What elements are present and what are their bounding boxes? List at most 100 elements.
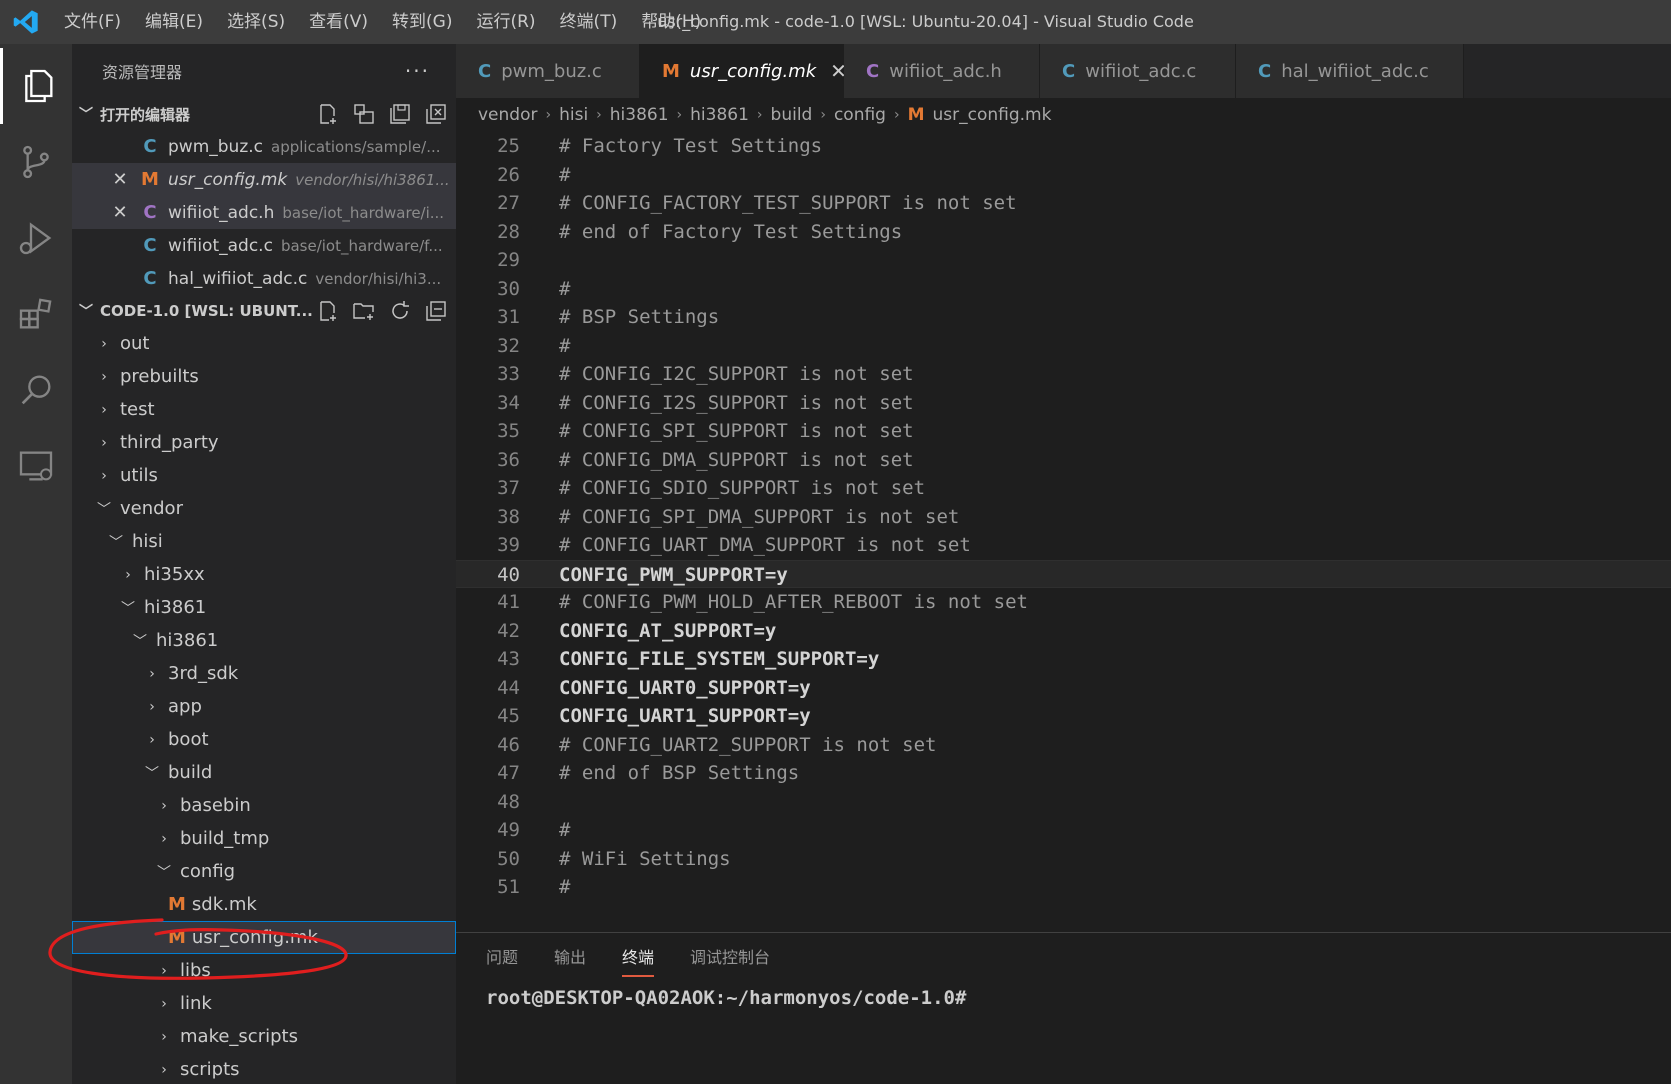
tab-output[interactable]: 输出 xyxy=(554,933,586,983)
menu-go[interactable]: 转到(G) xyxy=(380,0,464,44)
menu-file[interactable]: 文件(F) xyxy=(52,0,133,44)
breadcrumb-item[interactable]: hi3861 xyxy=(610,105,669,125)
tab-wifiiot-adc-h[interactable]: C wifiiot_adc.h xyxy=(844,44,1040,98)
open-editor-item[interactable]: C wifiiot_adc.c base/iot_hardware/f... xyxy=(72,229,456,262)
tree-folder-link[interactable]: › link xyxy=(72,987,456,1020)
tree-folder-build-tmp[interactable]: › build_tmp xyxy=(72,822,456,855)
tab-pwm-buz-c[interactable]: C pwm_buz.c xyxy=(456,44,640,98)
menu-edit[interactable]: 编辑(E) xyxy=(133,0,215,44)
tree-folder-third-party[interactable]: › third_party xyxy=(72,426,456,459)
refresh-icon[interactable] xyxy=(388,299,412,323)
code-line[interactable]: 42 CONFIG_AT_SUPPORT=y xyxy=(456,617,1671,646)
save-all-icon[interactable] xyxy=(388,102,412,126)
code-line[interactable]: 43 CONFIG_FILE_SYSTEM_SUPPORT=y xyxy=(456,645,1671,674)
code-line[interactable]: 28 # end of Factory Test Settings xyxy=(456,218,1671,247)
open-editors-header[interactable]: ﹀ 打开的编辑器 xyxy=(72,98,456,130)
tree-file-usr-config-mk[interactable]: Musr_config.mk xyxy=(72,921,456,954)
code-line[interactable]: 31 # BSP Settings xyxy=(456,303,1671,332)
open-editor-item[interactable]: ✕ C wifiiot_adc.h base/iot_hardware/i... xyxy=(72,196,456,229)
run-debug-button[interactable] xyxy=(0,200,72,276)
code-line[interactable]: 46 # CONFIG_UART2_SUPPORT is not set xyxy=(456,731,1671,760)
open-editor-item[interactable]: C pwm_buz.c applications/sample/... xyxy=(72,130,456,163)
collapse-all-icon[interactable] xyxy=(424,299,448,323)
breadcrumb-item[interactable]: config xyxy=(834,105,886,125)
code-line[interactable]: 45 CONFIG_UART1_SUPPORT=y xyxy=(456,702,1671,731)
code-line[interactable]: 29 xyxy=(456,246,1671,275)
code-line[interactable]: 30 # xyxy=(456,275,1671,304)
menu-help[interactable]: 帮助(H) xyxy=(629,0,713,44)
close-icon[interactable]: ✕ xyxy=(110,202,130,223)
code-line[interactable]: 49 # xyxy=(456,816,1671,845)
code-line[interactable]: 26 # xyxy=(456,161,1671,190)
tree-folder-prebuilts[interactable]: › prebuilts xyxy=(72,360,456,393)
menu-view[interactable]: 查看(V) xyxy=(297,0,380,44)
code-line[interactable]: 44 CONFIG_UART0_SUPPORT=y xyxy=(456,674,1671,703)
tree-folder-test[interactable]: › test xyxy=(72,393,456,426)
code-line[interactable]: 35 # CONFIG_SPI_SUPPORT is not set xyxy=(456,417,1671,446)
code-line[interactable]: 40 CONFIG_PWM_SUPPORT=y xyxy=(456,559,1671,588)
code-line[interactable]: 27 # CONFIG_FACTORY_TEST_SUPPORT is not s… xyxy=(456,189,1671,218)
new-file-icon[interactable] xyxy=(316,299,340,323)
code-line[interactable]: 32 # xyxy=(456,332,1671,361)
tree-folder-hi3861-inner[interactable]: ﹀ hi3861 xyxy=(72,624,456,657)
tree-folder-vendor[interactable]: ﹀ vendor xyxy=(72,492,456,525)
close-all-icon[interactable] xyxy=(424,102,448,126)
open-editor-item[interactable]: ✕ M usr_config.mk vendor/hisi/hi3861... xyxy=(72,163,456,196)
new-folder-icon[interactable] xyxy=(352,299,376,323)
menu-run[interactable]: 运行(R) xyxy=(464,0,547,44)
code-line[interactable]: 48 xyxy=(456,788,1671,817)
code-editor[interactable]: 25 # Factory Test Settings 26 #27 # CONFIG_F… xyxy=(456,132,1671,932)
code-line[interactable]: 34 # CONFIG_I2S_SUPPORT is not set xyxy=(456,389,1671,418)
tab-problems[interactable]: 问题 xyxy=(486,933,518,983)
code-line[interactable]: 38 # CONFIG_SPI_DMA_SUPPORT is not set xyxy=(456,503,1671,532)
breadcrumb-item[interactable]: vendor xyxy=(478,105,537,125)
toggle-layout-icon[interactable] xyxy=(352,102,376,126)
code-line[interactable]: 39 # CONFIG_UART_DMA_SUPPORT is not set xyxy=(456,531,1671,560)
tree-folder-build[interactable]: ﹀ build xyxy=(72,756,456,789)
search-button[interactable] xyxy=(0,352,72,428)
tree-folder-config[interactable]: ﹀ config xyxy=(72,855,456,888)
tab-usr-config-mk[interactable]: M usr_config.mk ✕ xyxy=(640,44,847,98)
tab-wifiiot-adc-c[interactable]: C wifiiot_adc.c xyxy=(1040,44,1236,98)
code-line[interactable]: 47 # end of BSP Settings xyxy=(456,759,1671,788)
tab-hal-wifiiot-adc-c[interactable]: C hal_wifiiot_adc.c xyxy=(1236,44,1464,98)
code-line[interactable]: 33 # CONFIG_I2C_SUPPORT is not set xyxy=(456,360,1671,389)
tab-terminal[interactable]: 终端 xyxy=(622,933,655,983)
close-icon[interactable]: ✕ xyxy=(110,169,130,190)
tree-folder-hisi[interactable]: ﹀ hisi xyxy=(72,525,456,558)
tree-file-sdk-mk[interactable]: Msdk.mk xyxy=(72,888,456,921)
terminal-prompt[interactable]: root@DESKTOP-QA02AOK:~/harmonyos/code-1.… xyxy=(456,983,1671,1009)
tree-folder-3rd-sdk[interactable]: › 3rd_sdk xyxy=(72,657,456,690)
new-file-icon[interactable] xyxy=(316,102,340,126)
source-control-button[interactable] xyxy=(0,124,72,200)
workspace-header[interactable]: ﹀ CODE-1.0 [WSL: UBUNT... xyxy=(72,295,456,327)
remote-explorer-button[interactable] xyxy=(0,428,72,504)
code-line[interactable]: 37 # CONFIG_SDIO_SUPPORT is not set xyxy=(456,474,1671,503)
code-line[interactable]: 51 # xyxy=(456,873,1671,902)
tree-folder-scripts[interactable]: › scripts xyxy=(72,1053,456,1084)
tab-debug-console[interactable]: 调试控制台 xyxy=(690,933,770,983)
open-editor-item[interactable]: C hal_wifiiot_adc.c vendor/hisi/hi3... xyxy=(72,262,456,295)
extensions-button[interactable] xyxy=(0,276,72,352)
tree-folder-basebin[interactable]: › basebin xyxy=(72,789,456,822)
tree-folder-boot[interactable]: › boot xyxy=(72,723,456,756)
code-line[interactable]: 36 # CONFIG_DMA_SUPPORT is not set xyxy=(456,446,1671,475)
breadcrumb-item[interactable]: build xyxy=(771,105,813,125)
tree-folder-hi3861[interactable]: ﹀ hi3861 xyxy=(72,591,456,624)
more-actions-icon[interactable]: ··· xyxy=(405,59,430,83)
tree-folder-libs[interactable]: › libs xyxy=(72,954,456,987)
tree-folder-app[interactable]: › app xyxy=(72,690,456,723)
code-line[interactable]: 41 # CONFIG_PWM_HOLD_AFTER_REBOOT is not … xyxy=(456,588,1671,617)
breadcrumb-item[interactable]: hisi xyxy=(559,105,588,125)
code-line[interactable]: 50 # WiFi Settings xyxy=(456,845,1671,874)
tree-folder-make-scripts[interactable]: › make_scripts xyxy=(72,1020,456,1053)
tree-folder-utils[interactable]: › utils xyxy=(72,459,456,492)
menu-terminal[interactable]: 终端(T) xyxy=(548,0,630,44)
breadcrumb-item[interactable]: hi3861 xyxy=(690,105,749,125)
tree-folder-out[interactable]: › out xyxy=(72,327,456,360)
menu-selection[interactable]: 选择(S) xyxy=(215,0,297,44)
code-line[interactable]: 25 # Factory Test Settings xyxy=(456,132,1671,161)
tree-folder-hi35xx[interactable]: › hi35xx xyxy=(72,558,456,591)
explorer-button[interactable] xyxy=(0,48,72,124)
breadcrumb-file[interactable]: usr_config.mk xyxy=(933,105,1052,125)
